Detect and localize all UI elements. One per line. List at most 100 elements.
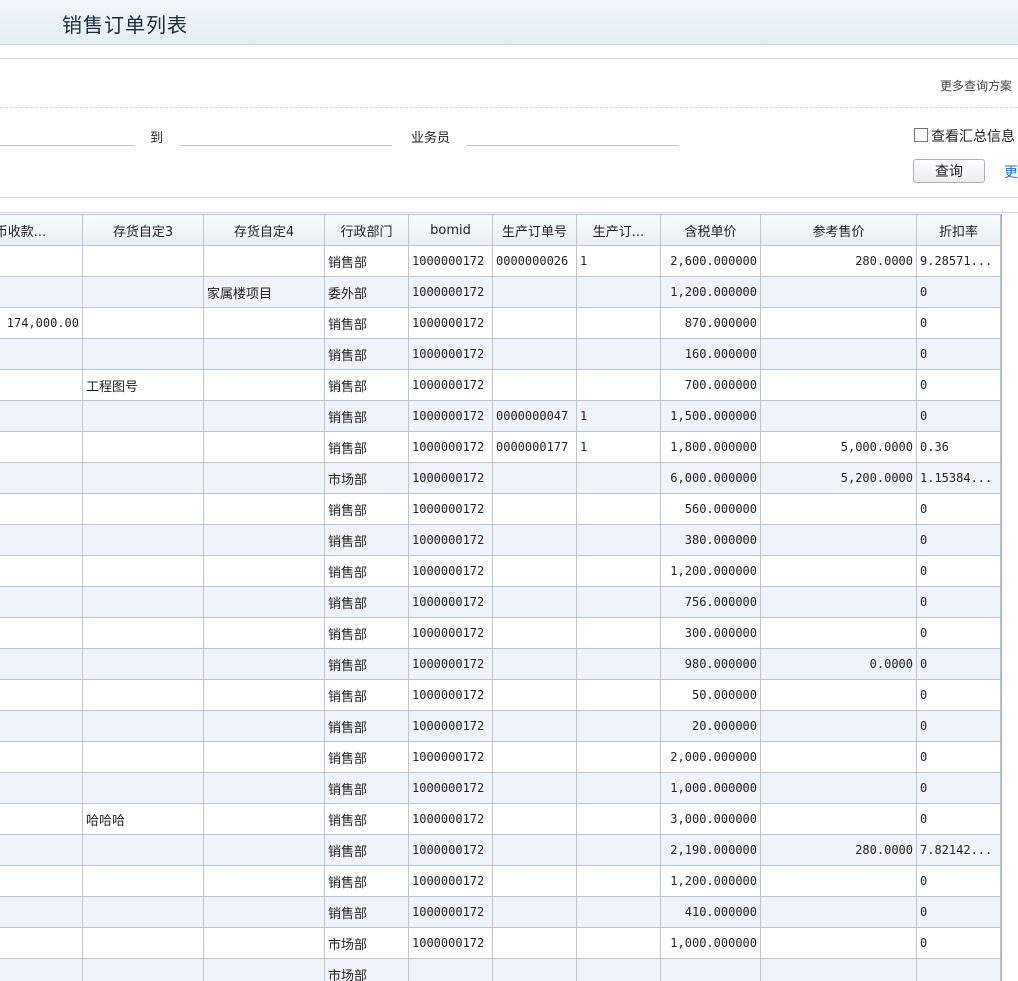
date-from-input[interactable]: [0, 122, 139, 144]
col-reference-price-cell: [760, 927, 917, 959]
col-inventory-custom4-header[interactable]: 存货自定4: [203, 214, 325, 246]
more-query-schemes-link[interactable]: 更多查询方案: [940, 77, 1012, 94]
page-title: 销售订单列表: [62, 13, 188, 37]
table-row[interactable]: 销售部 1000000172 1,200.000000 0: [0, 865, 1001, 897]
col-admin-dept-cell: 销售部: [324, 307, 409, 339]
col-reference-price-cell: [760, 400, 917, 432]
col-local-receipt-cell: [0, 245, 83, 277]
table-row[interactable]: 销售部 1000000172 50.000000 0: [0, 679, 1001, 711]
col-admin-dept-cell: 销售部: [324, 865, 409, 897]
col-tax-unit-price-cell: 2,000.000000: [660, 741, 761, 773]
col-reference-price-header[interactable]: 参考售价: [760, 214, 917, 246]
col-production-order-no-cell: [492, 369, 577, 401]
col-inventory-custom3-cell: [82, 276, 204, 308]
table-row[interactable]: 174,000.00 销售部 1000000172 870.000000 0: [0, 307, 1001, 339]
col-local-receipt-cell: [0, 772, 83, 804]
table-row[interactable]: 销售部 1000000172 0000000047 1 1,500.000000 0: [0, 400, 1001, 432]
col-discount-rate-cell: 0: [916, 772, 1001, 804]
col-inventory-custom3-header[interactable]: 存货自定3: [82, 214, 204, 246]
col-admin-dept-cell: 销售部: [324, 524, 409, 556]
col-production-order-no-cell: [492, 524, 577, 556]
col-tax-unit-price-header[interactable]: 含税单价: [660, 214, 761, 246]
col-inventory-custom4-cell: [203, 772, 325, 804]
table-row[interactable]: 销售部 1000000172 380.000000 0: [0, 524, 1001, 556]
col-tax-unit-price-cell: 870.000000: [660, 307, 761, 339]
col-discount-rate-header[interactable]: 折扣率: [916, 214, 1001, 246]
col-bomid-header[interactable]: bomid: [408, 214, 493, 246]
col-production-order-cell: [576, 803, 661, 835]
col-production-order-no-cell: [492, 834, 577, 866]
col-bomid-cell: 1000000172: [408, 834, 493, 866]
col-production-order-no-cell: 0000000177: [492, 431, 577, 463]
col-inventory-custom3-cell: [82, 338, 204, 370]
sales-order-list-page: 销售订单列表 更多查询方案 到 业务员 查看汇总信息 查询 更多 本币收款...…: [0, 0, 1018, 981]
more-link[interactable]: 更多: [1004, 162, 1018, 182]
table-row[interactable]: 销售部 1000000172 0000000026 1 2,600.000000 280.…: [0, 245, 1001, 277]
col-inventory-custom3-cell: [82, 772, 204, 804]
col-admin-dept-cell: 销售部: [324, 896, 409, 928]
table-row[interactable]: 销售部 1000000172 1,200.000000 0: [0, 555, 1001, 587]
col-discount-rate-cell: 0: [916, 617, 1001, 649]
table-row[interactable]: 销售部 1000000172 560.000000 0: [0, 493, 1001, 525]
table-row[interactable]: 销售部 1000000172 160.000000 0: [0, 338, 1001, 370]
table-row[interactable]: 销售部 1000000172 2,190.000000 280.0000 7.82142…: [0, 834, 1001, 866]
col-bomid-cell: 1000000172: [408, 772, 493, 804]
col-tax-unit-price-cell: 1,200.000000: [660, 865, 761, 897]
col-inventory-custom3-cell: [82, 741, 204, 773]
col-admin-dept-cell: 委外部: [324, 276, 409, 308]
col-local-receipt-cell: [0, 369, 83, 401]
col-discount-rate-cell: 9.28571...: [916, 245, 1001, 277]
col-inventory-custom3-cell: 工程图号: [82, 369, 204, 401]
query-button[interactable]: 查询: [913, 159, 985, 183]
col-reference-price-cell: [760, 865, 917, 897]
col-inventory-custom3-cell: 哈哈哈: [82, 803, 204, 835]
date-to-field[interactable]: [180, 122, 396, 146]
table-row[interactable]: 市场部 1000000172 1,000.000000 0: [0, 927, 1001, 959]
col-discount-rate-cell: 7.82142...: [916, 834, 1001, 866]
table-row[interactable]: 家属楼项目 委外部 1000000172 1,200.000000 0: [0, 276, 1001, 308]
col-admin-dept-cell: 销售部: [324, 493, 409, 525]
salesman-input[interactable]: [467, 122, 683, 144]
table-row[interactable]: 市场部: [0, 958, 1001, 981]
col-reference-price-cell: [760, 896, 917, 928]
table-row[interactable]: 销售部 1000000172 20.000000 0: [0, 710, 1001, 742]
table-row[interactable]: 销售部 1000000172 0000000177 1 1,800.000000 5,00…: [0, 431, 1001, 463]
col-reference-price-cell: [760, 679, 917, 711]
col-inventory-custom4-cell: [203, 741, 325, 773]
date-from-field[interactable]: [0, 122, 139, 146]
col-inventory-custom4-cell: [203, 834, 325, 866]
date-to-input[interactable]: [180, 122, 396, 144]
col-tax-unit-price-cell: 1,800.000000: [660, 431, 761, 463]
col-production-order-header[interactable]: 生产订...: [576, 214, 661, 246]
table-row[interactable]: 销售部 1000000172 300.000000 0: [0, 617, 1001, 649]
col-production-order-no-header[interactable]: 生产订单号: [492, 214, 577, 246]
table-row[interactable]: 销售部 1000000172 756.000000 0: [0, 586, 1001, 618]
col-bomid-cell: 1000000172: [408, 679, 493, 711]
header-row: 本币收款...存货自定3存货自定4行政部门bomid生产订单号生产订...含税单…: [0, 214, 1001, 246]
table-row[interactable]: 市场部 1000000172 6,000.000000 5,200.0000 1.153…: [0, 462, 1001, 494]
col-local-receipt-cell: 174,000.00: [0, 307, 83, 339]
col-local-receipt-header[interactable]: 本币收款...: [0, 214, 83, 246]
col-production-order-no-cell: [492, 803, 577, 835]
table-row[interactable]: 销售部 1000000172 410.000000 0: [0, 896, 1001, 928]
table-row[interactable]: 销售部 1000000172 980.000000 0.0000 0: [0, 648, 1001, 680]
table-row[interactable]: 工程图号 销售部 1000000172 700.000000 0: [0, 369, 1001, 401]
col-discount-rate-cell: 0: [916, 865, 1001, 897]
col-production-order-no-cell: [492, 927, 577, 959]
salesman-field[interactable]: [467, 122, 683, 146]
col-bomid-cell: 1000000172: [408, 524, 493, 556]
col-discount-rate-cell: 0: [916, 710, 1001, 742]
col-tax-unit-price-cell: 560.000000: [660, 493, 761, 525]
checkbox-icon[interactable]: [914, 128, 928, 142]
col-local-receipt-cell: [0, 493, 83, 525]
col-admin-dept-header[interactable]: 行政部门: [324, 214, 409, 246]
table-row[interactable]: 销售部 1000000172 2,000.000000 0: [0, 741, 1001, 773]
col-local-receipt-cell: [0, 896, 83, 928]
table-row[interactable]: 哈哈哈 销售部 1000000172 3,000.000000 0: [0, 803, 1001, 835]
col-local-receipt-cell: [0, 586, 83, 618]
col-production-order-cell: [576, 865, 661, 897]
table-row[interactable]: 销售部 1000000172 1,000.000000 0: [0, 772, 1001, 804]
col-production-order-no-cell: [492, 586, 577, 618]
view-summary-checkbox[interactable]: 查看汇总信息: [914, 126, 1015, 146]
col-tax-unit-price-cell: 1,200.000000: [660, 555, 761, 587]
